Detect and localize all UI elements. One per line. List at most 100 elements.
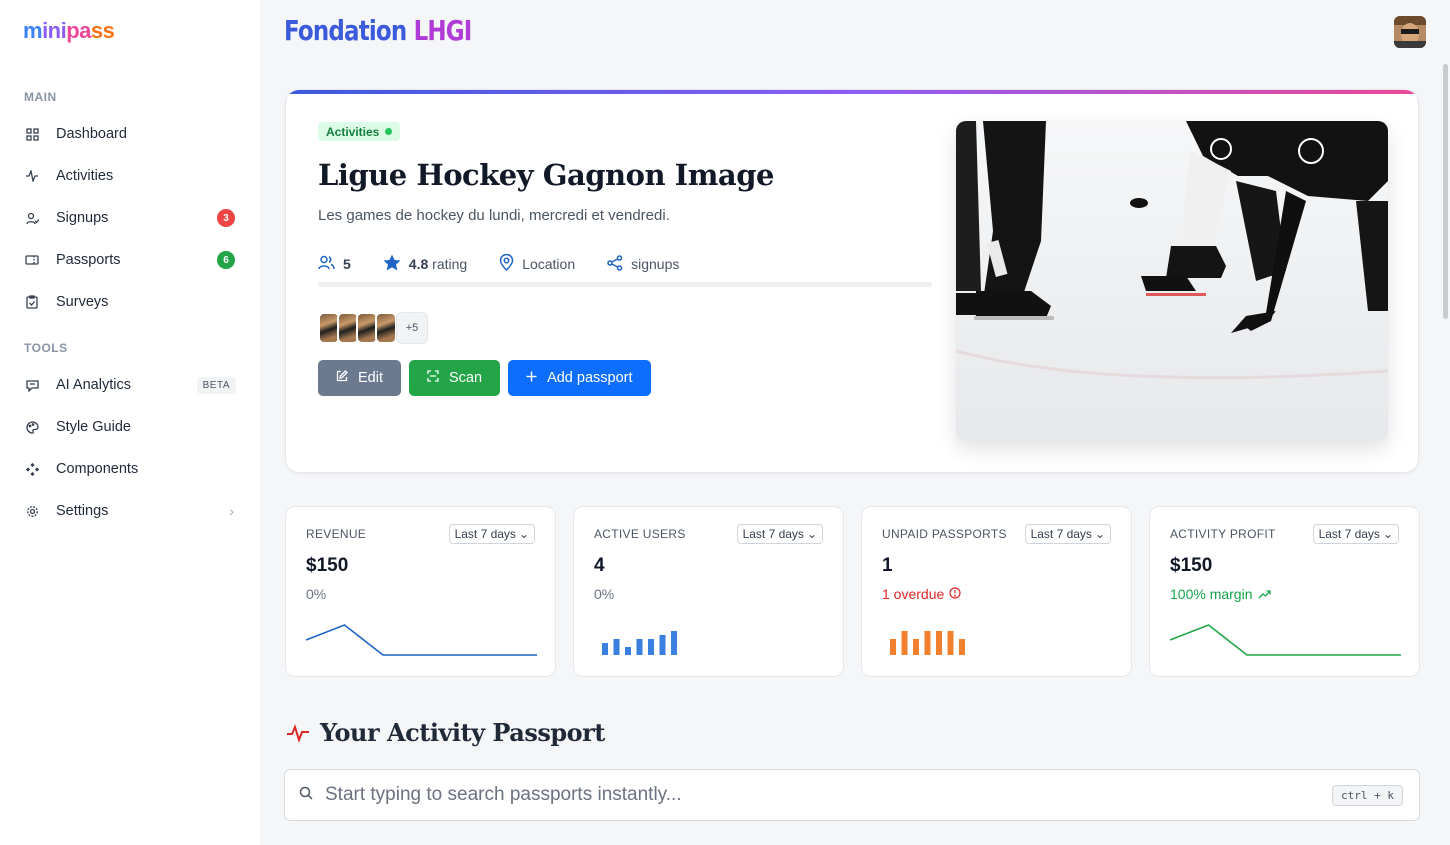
page-scrollbar[interactable]: [1443, 64, 1448, 319]
chart-bar: [913, 639, 919, 655]
chat-icon: [24, 377, 40, 393]
section-label-tools: TOOLS: [24, 341, 68, 355]
period-select[interactable]: Last 7 days ⌄: [1312, 524, 1399, 544]
sidebar-item-label: Style Guide: [56, 419, 131, 435]
period-value: Last 7 days: [454, 527, 516, 541]
share-icon: [607, 254, 623, 274]
hero-accent-bar: [286, 90, 1418, 94]
overdue-status: 1 overdue: [882, 586, 961, 602]
chart-bar: [890, 639, 896, 655]
user-avatar[interactable]: [1394, 16, 1426, 48]
keyboard-shortcut-hint: ctrl + k: [1332, 784, 1403, 806]
period-select[interactable]: Last 7 days ⌄: [736, 524, 823, 544]
sidebar-item-ai-analytics[interactable]: AI Analytics BETA: [16, 367, 244, 403]
org-title: Fondation LHGI: [284, 14, 472, 47]
sidebar-item-label: Passports: [56, 252, 121, 268]
sidebar-item-passports[interactable]: Passports 6: [16, 242, 244, 278]
chart-bar: [636, 639, 643, 655]
metric-label: ACTIVE USERS: [594, 527, 686, 541]
chart-bar: [613, 639, 620, 655]
unpaid-passports-bars: [890, 631, 965, 655]
rating-text: 4.8 rating: [409, 256, 467, 272]
sidebar-item-style-guide[interactable]: Style Guide: [16, 409, 244, 445]
period-value: Last 7 days: [742, 527, 804, 541]
metric-value: 4: [594, 555, 605, 576]
period-value: Last 7 days: [1030, 527, 1092, 541]
sidebar-item-signups[interactable]: Signups 3: [16, 200, 244, 236]
more-participants-count[interactable]: +5: [396, 312, 428, 344]
scan-button[interactable]: Scan: [409, 360, 501, 396]
passport-search-input[interactable]: [325, 784, 1333, 806]
metric-change: 0%: [306, 586, 327, 602]
metric-value: $150: [306, 555, 349, 576]
org-title-part: Fondation: [284, 14, 407, 47]
rating-label: rating: [432, 256, 468, 272]
sidebar-item-dashboard[interactable]: Dashboard: [16, 116, 244, 152]
logo-part: m: [23, 18, 43, 43]
activity-cover-image: [956, 121, 1388, 441]
metric-label: ACTIVITY PROFIT: [1170, 527, 1276, 541]
sidebar-item-label: AI Analytics: [56, 377, 131, 393]
passport-search-bar: ctrl + k: [284, 769, 1420, 821]
location-stat[interactable]: Location: [499, 253, 576, 274]
margin-status: 100% margin: [1170, 586, 1271, 602]
chart-bar: [959, 639, 965, 655]
grid-icon: [24, 126, 40, 142]
add-passport-button[interactable]: Add passport: [508, 360, 651, 396]
scan-label: Scan: [449, 370, 483, 386]
overdue-text: 1 overdue: [882, 586, 945, 602]
beta-tag: BETA: [196, 376, 236, 394]
sparkline-path: [1170, 624, 1401, 656]
chart-bar: [625, 647, 631, 655]
logo-part: ini: [42, 18, 67, 43]
clipboard-icon: [24, 294, 40, 310]
edit-button[interactable]: Edit: [318, 360, 401, 396]
period-select[interactable]: Last 7 days ⌄: [448, 524, 535, 544]
stats-divider: [318, 282, 932, 287]
trending-up-icon: [1258, 586, 1271, 602]
participant-avatars[interactable]: +5: [318, 312, 428, 344]
passport-section-header: Your Activity Passport: [286, 718, 605, 747]
metric-label: UNPAID PASSPORTS: [882, 527, 1007, 541]
metric-card-revenue: REVENUE Last 7 days ⌄ $150 0%: [285, 506, 556, 677]
sidebar-item-label: Components: [56, 461, 139, 477]
alert-circle-icon: [949, 586, 961, 602]
metric-card-activity-profit: ACTIVITY PROFIT Last 7 days ⌄ $150 100% m…: [1149, 506, 1420, 677]
gear-icon: [24, 503, 40, 519]
rating-stat: 4.8 rating: [383, 254, 467, 274]
period-value: Last 7 days: [1318, 527, 1380, 541]
section-label-main: MAIN: [24, 90, 57, 104]
signup-icon: [24, 210, 40, 226]
metric-value: 1: [882, 555, 893, 576]
logo-part: ss: [90, 18, 115, 43]
sidebar-item-settings[interactable]: Settings ›: [16, 493, 244, 529]
active-users-bars: [602, 631, 677, 655]
components-icon: [24, 461, 40, 477]
location-pin-icon: [499, 253, 514, 274]
chart-bar: [924, 631, 931, 655]
chevron-down-icon: ⌄: [518, 527, 529, 541]
signups-count-badge: 3: [217, 209, 235, 227]
category-pill: Activities: [318, 122, 401, 141]
sidebar-item-label: Signups: [56, 210, 109, 226]
edit-icon: [336, 370, 348, 386]
add-passport-label: Add passport: [547, 370, 633, 386]
passports-count-badge: 6: [217, 251, 235, 269]
sidebar-item-components[interactable]: Components: [16, 451, 244, 487]
sidebar-item-label: Settings: [56, 503, 109, 519]
participant-avatar: [375, 312, 397, 344]
sidebar-item-activities[interactable]: Activities: [16, 158, 244, 194]
chart-bar: [659, 635, 666, 655]
sidebar-item-label: Surveys: [56, 294, 109, 310]
sidebar-item-surveys[interactable]: Surveys: [16, 284, 244, 320]
location-label: Location: [522, 256, 576, 272]
hero-actions: Edit Scan Add passport: [318, 360, 651, 396]
org-title-part: LHGI: [413, 14, 473, 47]
users-stat: 5: [318, 255, 351, 273]
metric-change: 0%: [594, 586, 615, 602]
signups-stat[interactable]: signups: [607, 254, 679, 274]
period-select[interactable]: Last 7 days ⌄: [1024, 524, 1111, 544]
chevron-right-icon: ›: [229, 503, 234, 519]
activity-title: Ligue Hockey Gagnon Image: [318, 158, 774, 192]
minipass-logo[interactable]: minipass: [23, 18, 115, 44]
